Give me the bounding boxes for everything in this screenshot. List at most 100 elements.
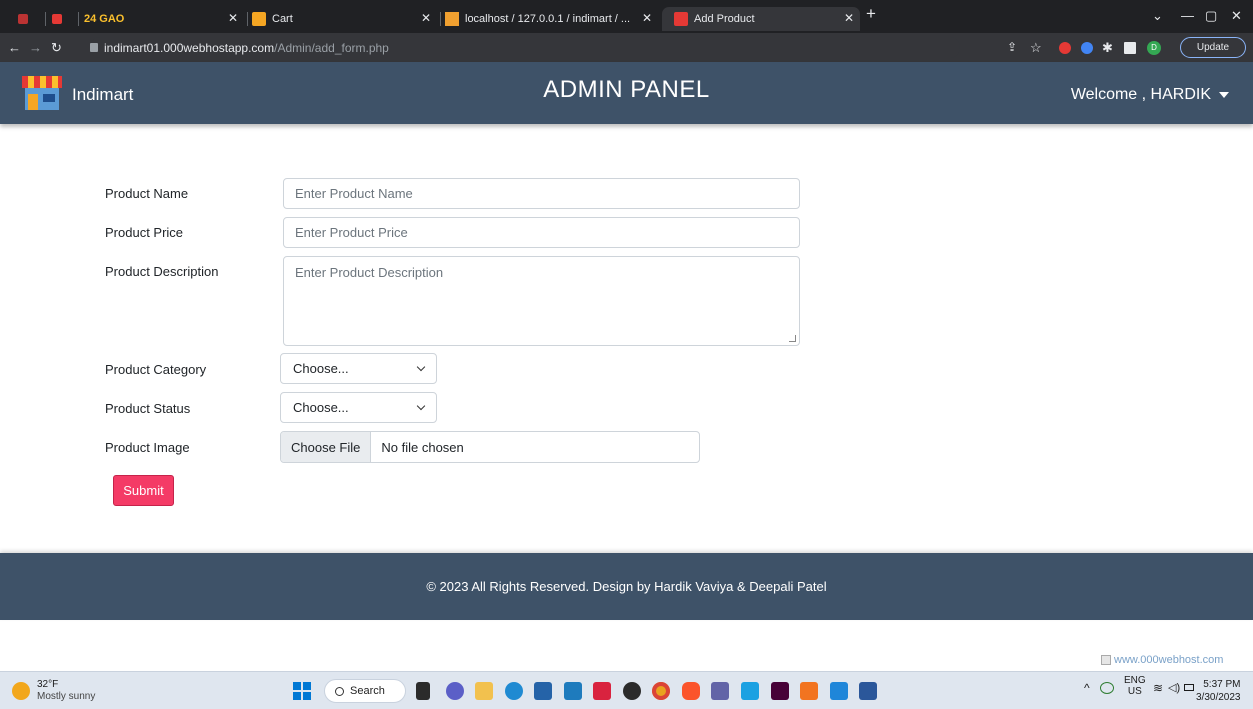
- taskbar-clock[interactable]: 5:37 PM 3/30/2023: [1196, 678, 1241, 704]
- webhost-badge[interactable]: www.000webhost.com: [1101, 654, 1223, 666]
- tab-add-product[interactable]: Add Product ✕: [662, 7, 860, 31]
- eclipse-icon[interactable]: [623, 682, 641, 700]
- address-bar[interactable]: indimart01.000webhostapp.com/Admin/add_f…: [90, 37, 960, 58]
- adobe-xd-icon[interactable]: [771, 682, 789, 700]
- file-explorer-icon[interactable]: [475, 682, 493, 700]
- product-price-label: Product Price: [105, 225, 184, 240]
- tab-pinned-mail[interactable]: [18, 7, 40, 31]
- language-indicator[interactable]: ENG US: [1124, 675, 1146, 697]
- mcafee-icon[interactable]: [593, 682, 611, 700]
- word-icon[interactable]: [859, 682, 877, 700]
- tray-chevron-up-icon[interactable]: ^: [1084, 681, 1090, 695]
- product-price-input[interactable]: Enter Product Price: [283, 217, 800, 248]
- tab-pinned-app[interactable]: [52, 7, 74, 31]
- user-menu-dropdown[interactable]: Welcome , HARDIK: [1071, 86, 1229, 104]
- chrome-icon[interactable]: [652, 682, 670, 700]
- volume-icon[interactable]: ◁): [1168, 681, 1180, 694]
- extensions-puzzle-icon[interactable]: ✱: [1102, 40, 1113, 56]
- brave-icon[interactable]: [682, 682, 700, 700]
- product-description-placeholder: Enter Product Description: [295, 265, 444, 280]
- remote-desktop-icon[interactable]: [741, 682, 759, 700]
- extension-icon[interactable]: [1081, 42, 1093, 54]
- product-status-select[interactable]: Choose...: [280, 392, 437, 423]
- clock-time: 5:37 PM: [1203, 679, 1241, 690]
- reload-icon[interactable]: ↻: [51, 40, 62, 56]
- close-tab-icon[interactable]: ✕: [642, 11, 652, 25]
- taskbar-search-label: Search: [350, 685, 385, 697]
- search-icon: [335, 686, 344, 696]
- shop-favicon: [674, 12, 688, 26]
- caret-down-icon: [1219, 92, 1229, 98]
- adblock-extension-icon[interactable]: [1059, 42, 1071, 54]
- windows-start-icon[interactable]: [293, 682, 311, 700]
- windows-taskbar: 32°F Mostly sunny Search ^ ENG US ≋ ◁) 5…: [0, 671, 1253, 709]
- tab-cart[interactable]: Cart ✕: [252, 7, 437, 31]
- product-name-label: Product Name: [105, 186, 189, 201]
- profile-avatar[interactable]: D: [1147, 41, 1161, 55]
- new-tab-button[interactable]: +: [866, 4, 876, 24]
- clock-date: 3/30/2023: [1196, 692, 1241, 703]
- tab-separator: [45, 12, 46, 26]
- store-icon[interactable]: [534, 682, 552, 700]
- outlook-icon[interactable]: [564, 682, 582, 700]
- taskbar-search[interactable]: Search: [324, 679, 406, 703]
- chat-icon[interactable]: [446, 682, 464, 700]
- page-title: ADMIN PANEL: [543, 76, 710, 103]
- product-description-label: Product Description: [105, 264, 219, 279]
- tab-title: localhost / 127.0.0.1 / indimart / ...: [465, 13, 631, 25]
- product-status-label: Product Status: [105, 401, 191, 416]
- product-description-textarea[interactable]: Enter Product Description: [283, 256, 800, 346]
- choose-file-button[interactable]: Choose File: [281, 432, 372, 462]
- site-footer: © 2023 All Rights Reserved. Design by Ha…: [0, 553, 1253, 620]
- battery-icon[interactable]: [1184, 684, 1194, 691]
- weather-condition[interactable]: Mostly sunny: [37, 691, 95, 702]
- copyright-text: © 2023 All Rights Reserved. Design by Ha…: [426, 579, 827, 594]
- tab-separator: [440, 12, 441, 26]
- submit-label: Submit: [123, 483, 164, 498]
- app-icon: [52, 14, 62, 24]
- close-tab-icon[interactable]: ✕: [844, 11, 854, 25]
- file-status-text: No file chosen: [381, 439, 464, 455]
- back-arrow-icon[interactable]: ←: [8, 40, 21, 55]
- sync-icon[interactable]: [1100, 682, 1114, 694]
- weather-sun-icon[interactable]: [12, 682, 30, 700]
- tab-title: Add Product: [694, 13, 755, 25]
- webhost-link[interactable]: www.000webhost.com: [1114, 654, 1223, 666]
- chevron-down-icon: [416, 401, 426, 411]
- weather-temperature[interactable]: 32°F: [37, 679, 58, 690]
- tab-phpmyadmin[interactable]: localhost / 127.0.0.1 / indimart / ... ✕: [445, 7, 658, 31]
- product-image-file-input[interactable]: Choose File No file chosen: [280, 431, 700, 463]
- task-view-icon[interactable]: [416, 682, 430, 700]
- side-panel-icon[interactable]: [1124, 42, 1136, 54]
- maximize-icon[interactable]: ▢: [1205, 8, 1217, 24]
- forward-arrow-icon[interactable]: →: [29, 40, 42, 55]
- lock-icon: [90, 43, 98, 52]
- bookmark-star-icon[interactable]: ☆: [1030, 40, 1042, 56]
- cart-favicon: [252, 12, 266, 26]
- share-icon[interactable]: ⇪: [1007, 40, 1017, 54]
- update-label: Update: [1196, 42, 1230, 53]
- mail-icon: [18, 14, 28, 24]
- close-tab-icon[interactable]: ✕: [228, 11, 238, 25]
- close-tab-icon[interactable]: ✕: [421, 11, 431, 25]
- wifi-icon[interactable]: ≋: [1153, 681, 1163, 695]
- product-category-select[interactable]: Choose...: [280, 353, 437, 384]
- resize-handle-icon[interactable]: [789, 335, 796, 342]
- update-button[interactable]: Update: [1180, 37, 1246, 58]
- browser-tab-strip: 24 GAO ✕ Cart ✕ localhost / 127.0.0.1 / …: [0, 0, 1253, 33]
- minimize-icon[interactable]: —: [1181, 8, 1194, 23]
- product-name-input[interactable]: Enter Product Name: [283, 178, 800, 209]
- tab-search-chevron-icon[interactable]: ⌄: [1152, 8, 1163, 24]
- product-status-value: Choose...: [293, 400, 349, 415]
- product-category-value: Choose...: [293, 361, 349, 376]
- phpmyadmin-favicon: [445, 12, 459, 26]
- region-code: US: [1127, 686, 1142, 697]
- tab-gao[interactable]: 24 GAO ✕: [84, 7, 244, 31]
- close-window-icon[interactable]: ✕: [1231, 8, 1242, 24]
- product-name-placeholder: Enter Product Name: [295, 186, 413, 201]
- submit-button[interactable]: Submit: [113, 475, 174, 506]
- vscode-icon[interactable]: [830, 682, 848, 700]
- teams-icon[interactable]: [711, 682, 729, 700]
- edge-icon[interactable]: [505, 682, 523, 700]
- xampp-icon[interactable]: [800, 682, 818, 700]
